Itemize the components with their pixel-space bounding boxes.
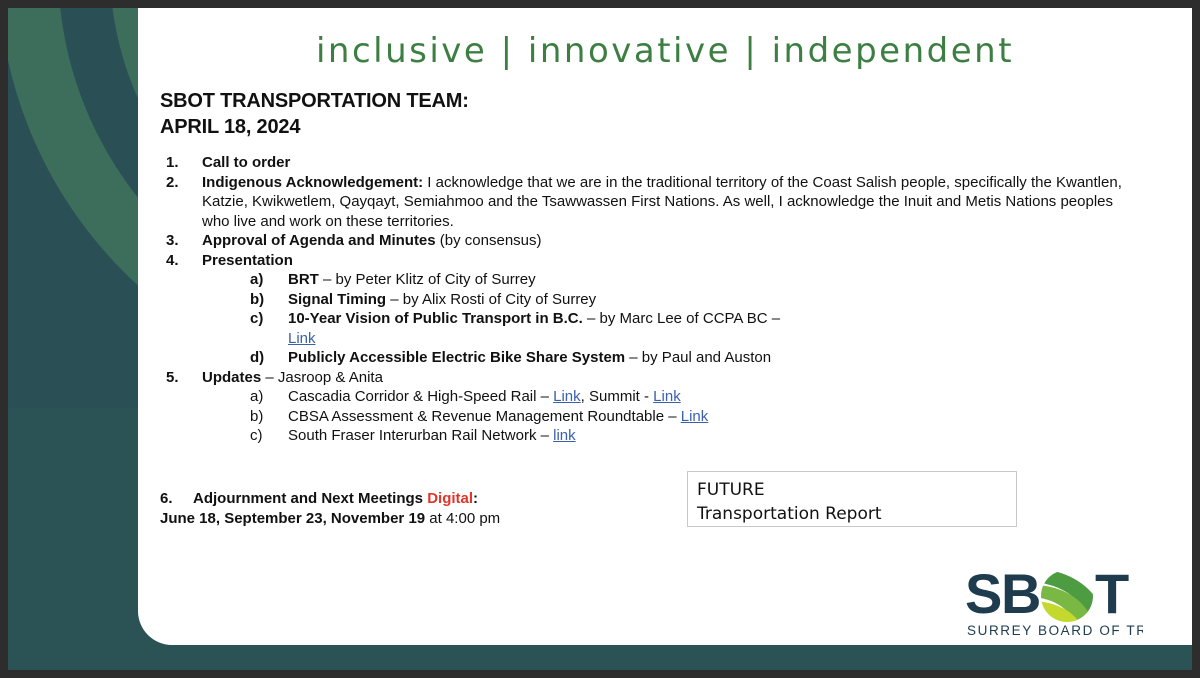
agenda-item-6-marker: 6.	[160, 490, 173, 507]
agenda-item-4c-title: 10-Year Vision of Public Transport in B.…	[288, 310, 583, 327]
agenda-item-4b-title: Signal Timing	[288, 290, 387, 308]
agenda-item-5c-link-1[interactable]: link	[553, 427, 576, 444]
agenda-item-3: 3. Approval of Agenda and Minutes (by co…	[160, 231, 1132, 251]
agenda-list: 1. Call to order 2. Indigenous Acknowled…	[160, 153, 1132, 446]
agenda-item-5-body: – Jasroop & Anita	[261, 368, 383, 386]
agenda-item-4d-title: Publicly Accessible Electric Bike Share …	[288, 349, 626, 366]
agenda-item-4b-marker: b)	[250, 290, 265, 308]
agenda-item-5b-text: CBSA Assessment & Revenue Management Rou…	[288, 407, 681, 425]
agenda-item-5c-marker: c)	[250, 427, 263, 444]
slide-background: inclusive | innovative | independent SBO…	[8, 8, 1192, 670]
agenda-item-4c-marker: c)	[250, 310, 264, 327]
agenda-item-4-title: Presentation	[202, 251, 293, 269]
agenda-item-5-marker: 5.	[166, 368, 179, 386]
content-panel: inclusive | innovative | independent SBO…	[138, 8, 1192, 645]
agenda-item-4d-rest: – by Paul and Auston	[625, 349, 772, 366]
agenda-item-4d-marker: d)	[250, 349, 265, 366]
future-report-line-2: Transportation Report	[697, 504, 882, 524]
page-title: SBOT TRANSPORTATION TEAM: APRIL 18, 2024	[160, 88, 469, 140]
agenda-item-5a-link-2[interactable]: Link	[653, 388, 681, 405]
agenda-item-4c: c) 10-Year Vision of Public Transport in…	[242, 309, 808, 348]
agenda-item-5a-text-mid: , Summit -	[580, 388, 654, 405]
agenda-item-5a-marker: a)	[250, 388, 264, 405]
agenda-item-1-marker: 1.	[166, 154, 179, 171]
agenda-item-2: 2. Indigenous Acknowledgement: I acknowl…	[160, 173, 1132, 232]
agenda-item-4b: b) Signal Timing – by Alix Rosti of City…	[242, 290, 1132, 310]
agenda-item-4c-rest: – by Marc Lee of CCPA BC –	[582, 310, 781, 327]
agenda-item-4a-rest: – by Peter Klitz of City of Surrey	[318, 271, 536, 288]
agenda-item-5-subitems: a) Cascadia Corridor & High-Speed Rail –…	[202, 387, 1132, 446]
agenda-item-5a-link-1[interactable]: Link	[553, 388, 581, 405]
agenda-item-5b-link-1[interactable]: Link	[681, 408, 709, 425]
agenda-item-4b-rest: – by Alix Rosti of City of Surrey	[386, 290, 597, 308]
agenda-item-6-highlight: Digital	[427, 490, 474, 507]
agenda-item-4d: d) Publicly Accessible Electric Bike Sha…	[242, 348, 808, 368]
agenda-item-5c-text: South Fraser Interurban Rail Network –	[288, 427, 554, 444]
agenda-item-4a-title: BRT	[288, 271, 319, 288]
agenda-item-3-title: Approval of Agenda and Minutes	[202, 232, 436, 249]
agenda-item-6: 6. Adjournment and Next Meetings Digital:…	[160, 489, 500, 529]
agenda-item-5-title: Updates	[202, 368, 262, 386]
agenda-item-5a: a) Cascadia Corridor & High-Speed Rail –…	[242, 387, 1132, 407]
agenda-item-4a-marker: a)	[250, 271, 264, 288]
agenda-item-3-marker: 3.	[166, 232, 179, 249]
logo-tagline: SURREY BOARD OF TRADE	[967, 623, 1143, 638]
future-report-box: FUTURE Transportation Report	[687, 471, 1017, 527]
sbot-logo: S B T SURREY BOARD OF TRADE	[963, 562, 1179, 641]
logo-letter-t: T	[1095, 563, 1129, 625]
agenda-item-6-line-1: 6. Adjournment and Next Meetings Digital:	[160, 489, 500, 509]
agenda-item-5a-text: Cascadia Corridor & High-Speed Rail –	[288, 388, 554, 405]
logo-letter-s: S	[965, 563, 1002, 625]
logo-letter-b: B	[1001, 563, 1041, 625]
future-report-line-1: FUTURE	[697, 480, 765, 500]
agenda-item-5b-marker: b)	[250, 407, 264, 425]
agenda-item-3-body: (by consensus)	[435, 232, 542, 249]
tagline: inclusive | innovative | independent	[315, 31, 1015, 71]
agenda-item-6-line-2: June 18, September 23, November 19 at 4:…	[160, 509, 500, 529]
agenda-item-1-title: Call to order	[202, 154, 291, 171]
agenda-item-6-colon: :	[473, 490, 479, 507]
agenda-item-1: 1. Call to order	[160, 153, 1132, 173]
agenda-item-5c: c) South Fraser Interurban Rail Network …	[242, 426, 1132, 446]
agenda-item-6-title: Adjournment and Next Meetings	[193, 490, 428, 507]
agenda-item-6-time: at 4:00 pm	[425, 510, 501, 527]
agenda-item-4: 4. Presentation a) BRT – by Peter Klitz …	[160, 251, 1132, 368]
agenda-item-5b: b) CBSA Assessment & Revenue Management …	[242, 407, 1132, 427]
agenda-item-2-title: Indigenous Acknowledgement:	[202, 173, 424, 191]
agenda-item-4c-link[interactable]: Link	[288, 330, 316, 347]
agenda-item-5: 5. Updates – Jasroop & Anita a) Cascadia…	[160, 368, 1132, 446]
title-line-2: APRIL 18, 2024	[160, 116, 301, 138]
title-line-1: SBOT TRANSPORTATION TEAM:	[160, 90, 469, 112]
agenda-item-4-subitems: a) BRT – by Peter Klitz of City of Surre…	[202, 270, 1132, 368]
agenda-item-4a: a) BRT – by Peter Klitz of City of Surre…	[242, 270, 1132, 290]
agenda-item-6-dates: June 18, September 23, November 19	[160, 510, 426, 527]
agenda-item-2-marker: 2.	[166, 173, 179, 191]
agenda-item-4-marker: 4.	[166, 251, 179, 269]
slide-frame: inclusive | innovative | independent SBO…	[0, 0, 1200, 678]
